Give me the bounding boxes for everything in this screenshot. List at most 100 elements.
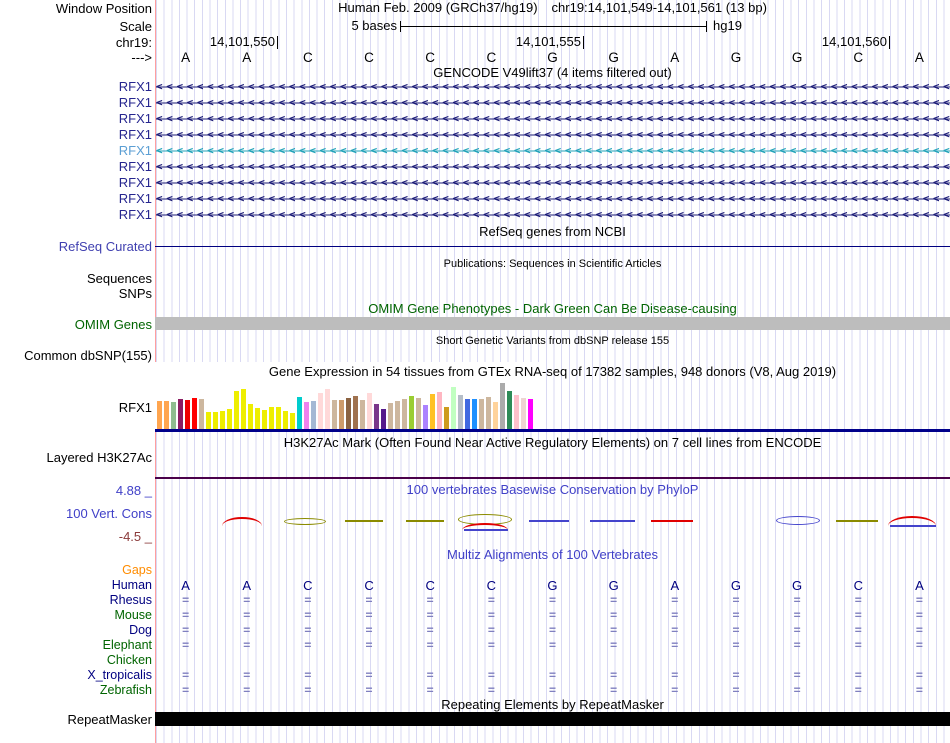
gtex-tissue-bar[interactable] <box>171 402 176 429</box>
gtex-track-title[interactable]: Gene Expression in 54 tissues from GTEx … <box>155 365 950 379</box>
gtex-tissue-bar[interactable] <box>374 404 379 429</box>
gene-label[interactable]: RFX1 <box>119 111 152 127</box>
gtex-tissue-bar[interactable] <box>248 404 253 429</box>
gtex-tissue-bar[interactable] <box>451 387 456 429</box>
reference-base[interactable]: C <box>461 50 522 65</box>
species-label-gaps[interactable]: Gaps <box>122 563 152 578</box>
gene-model-row[interactable]: <<<<<<<<<<<<<<<<<<<<<<<<<<<<<<<<<<<<<<<<… <box>156 159 950 175</box>
species-label-x_tropicalis[interactable]: X_tropicalis <box>87 668 152 683</box>
gtex-tissue-bar[interactable] <box>213 412 218 429</box>
gtex-tissue-bar[interactable] <box>234 391 239 429</box>
gene-model-row[interactable]: <<<<<<<<<<<<<<<<<<<<<<<<<<<<<<<<<<<<<<<<… <box>156 111 950 127</box>
gencode-track-title[interactable]: GENCODE V49lift37 (4 items filtered out) <box>155 66 950 80</box>
track-label-common-dbsnp[interactable]: Common dbSNP(155) <box>24 348 152 363</box>
gtex-tissue-bar[interactable] <box>269 407 274 429</box>
gene-label[interactable]: RFX1 <box>119 79 152 95</box>
track-label-refseq-curated[interactable]: RefSeq Curated <box>59 239 152 254</box>
strand-direction-label[interactable]: ---> <box>131 50 152 65</box>
gtex-tissue-bar[interactable] <box>185 400 190 429</box>
gene-label[interactable]: RFX1 <box>119 175 152 191</box>
gtex-tissue-bar[interactable] <box>332 400 337 429</box>
gtex-tissue-bar[interactable] <box>458 395 463 429</box>
repeatmasker-track-title[interactable]: Repeating Elements by RepeatMasker <box>155 698 950 712</box>
repeatmasker-element-bar[interactable] <box>155 712 950 726</box>
species-label-zebrafish[interactable]: Zebrafish <box>100 683 152 698</box>
gtex-tissue-bar[interactable] <box>507 391 512 429</box>
gtex-tissue-bar[interactable] <box>318 393 323 429</box>
refseq-track-title[interactable]: RefSeq genes from NCBI <box>155 225 950 239</box>
chrom-label[interactable]: chr19: <box>116 35 152 50</box>
species-label-chicken[interactable]: Chicken <box>107 653 152 668</box>
gtex-tissue-bar[interactable] <box>423 405 428 429</box>
gtex-tissue-bar[interactable] <box>493 402 498 429</box>
gene-label[interactable]: RFX1 <box>119 127 152 143</box>
reference-base[interactable]: C <box>338 50 399 65</box>
gene-label[interactable]: RFX1 <box>119 159 152 175</box>
reference-base[interactable]: G <box>705 50 766 65</box>
gene-model-row[interactable]: <<<<<<<<<<<<<<<<<<<<<<<<<<<<<<<<<<<<<<<<… <box>156 191 950 207</box>
gtex-tissue-bar[interactable] <box>360 400 365 429</box>
gene-label[interactable]: RFX1 <box>119 143 152 159</box>
gtex-tissue-bar[interactable] <box>500 383 505 429</box>
reference-base[interactable]: C <box>277 50 338 65</box>
gtex-tissue-bar[interactable] <box>353 396 358 429</box>
gene-model-row[interactable]: <<<<<<<<<<<<<<<<<<<<<<<<<<<<<<<<<<<<<<<<… <box>156 95 950 111</box>
track-label-layered-h3k27ac[interactable]: Layered H3K27Ac <box>46 450 152 465</box>
gene-label[interactable]: RFX1 <box>119 95 152 111</box>
gtex-tissue-bar[interactable] <box>367 393 372 429</box>
omim-track-title[interactable]: OMIM Gene Phenotypes - Dark Green Can Be… <box>155 302 950 316</box>
gtex-tissue-bar[interactable] <box>430 394 435 429</box>
track-label-repeatmasker[interactable]: RepeatMasker <box>67 712 152 727</box>
gene-model-row[interactable]: <<<<<<<<<<<<<<<<<<<<<<<<<<<<<<<<<<<<<<<<… <box>156 175 950 191</box>
gtex-tissue-bar[interactable] <box>388 403 393 429</box>
track-label-snps[interactable]: SNPs <box>119 286 152 301</box>
track-label-sequences[interactable]: Sequences <box>87 271 152 286</box>
gene-model-row[interactable]: <<<<<<<<<<<<<<<<<<<<<<<<<<<<<<<<<<<<<<<<… <box>156 143 950 159</box>
gene-label[interactable]: RFX1 <box>119 191 152 207</box>
gtex-tissue-bar[interactable] <box>514 395 519 429</box>
species-label-mouse[interactable]: Mouse <box>114 608 152 623</box>
gtex-tissue-bar[interactable] <box>199 399 204 429</box>
species-label-human[interactable]: Human <box>112 578 152 593</box>
gtex-tissue-bar[interactable] <box>164 401 169 429</box>
gtex-tissue-bar[interactable] <box>283 411 288 429</box>
gtex-tissue-bar[interactable] <box>437 392 442 429</box>
scale-label[interactable]: Scale <box>119 19 152 34</box>
gtex-tissue-bar[interactable] <box>528 399 533 429</box>
gtex-tissue-bar[interactable] <box>311 401 316 429</box>
gtex-tissue-bar[interactable] <box>290 413 295 429</box>
track-label-100-vert-cons[interactable]: 100 Vert. Cons <box>66 506 152 521</box>
gtex-tissue-bar[interactable] <box>220 411 225 429</box>
gene-label[interactable]: RFX1 <box>119 207 152 223</box>
omim-genes-bar[interactable] <box>155 317 950 330</box>
gtex-tissue-bar[interactable] <box>409 396 414 429</box>
gtex-tissue-bar[interactable] <box>395 401 400 429</box>
gtex-tissue-bar[interactable] <box>339 400 344 429</box>
gtex-tissue-bar[interactable] <box>262 410 267 429</box>
gtex-tissue-bar[interactable] <box>521 398 526 429</box>
reference-base[interactable]: G <box>583 50 644 65</box>
reference-base[interactable]: C <box>400 50 461 65</box>
reference-base[interactable]: G <box>522 50 583 65</box>
gtex-tissue-bar[interactable] <box>157 401 162 429</box>
gtex-tissue-bar[interactable] <box>192 398 197 429</box>
track-label-omim-genes[interactable]: OMIM Genes <box>75 317 152 332</box>
reference-base[interactable]: A <box>889 50 950 65</box>
gtex-tissue-bar[interactable] <box>486 397 491 429</box>
conservation-scale-min[interactable]: -4.5 _ <box>119 529 152 544</box>
gtex-tissue-bar[interactable] <box>227 409 232 429</box>
refseq-curated-line[interactable] <box>155 246 950 247</box>
gtex-tissue-bar[interactable] <box>325 389 330 429</box>
gtex-tissue-bar[interactable] <box>346 398 351 429</box>
gtex-tissue-bar[interactable] <box>444 407 449 429</box>
gtex-tissue-bar[interactable] <box>304 402 309 429</box>
conservation-scale-max[interactable]: 4.88 _ <box>116 483 152 498</box>
gtex-tissue-bar[interactable] <box>472 399 477 429</box>
multiz-track-title[interactable]: Multiz Alignments of 100 Vertebrates <box>155 548 950 562</box>
gtex-tissue-bar[interactable] <box>465 399 470 429</box>
h3k27ac-baseline[interactable] <box>155 477 950 479</box>
reference-base[interactable]: C <box>828 50 889 65</box>
reference-base[interactable]: A <box>155 50 216 65</box>
reference-base[interactable]: G <box>767 50 828 65</box>
species-label-elephant[interactable]: Elephant <box>103 638 152 653</box>
